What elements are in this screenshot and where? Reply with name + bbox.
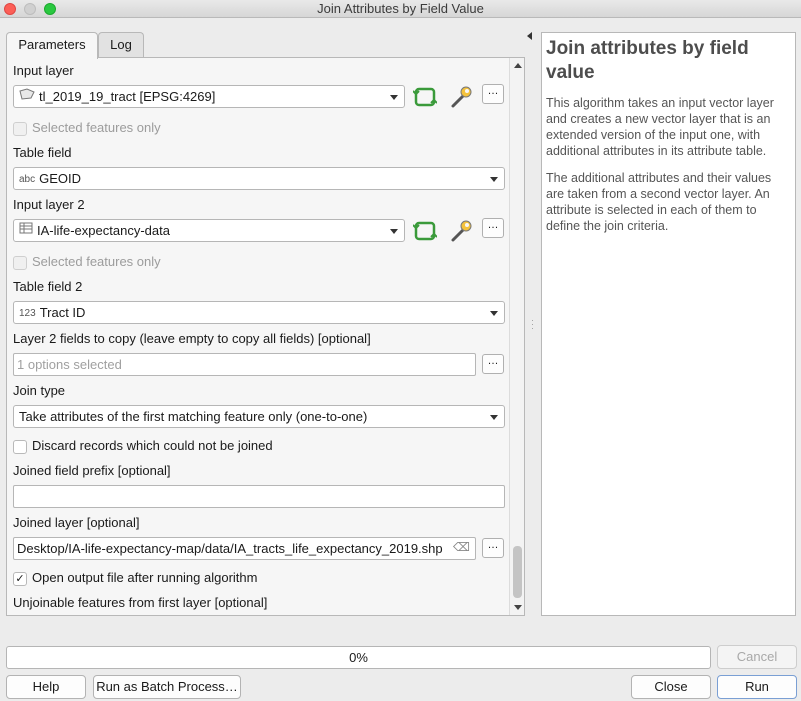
help-panel: Join attributes by field value This algo… (541, 32, 796, 616)
progress-bar: 0% (6, 646, 711, 669)
input-layer-options-button[interactable]: … (482, 84, 504, 104)
help-title: Join attributes by field value (546, 38, 749, 83)
chevron-down-icon (490, 415, 498, 420)
selected-features-label-1: Selected features only (32, 120, 161, 135)
tab-log[interactable]: Log (98, 32, 144, 58)
polygon-layer-icon (19, 87, 35, 108)
collapse-help-icon[interactable] (527, 32, 532, 40)
run-button[interactable]: Run (717, 675, 797, 699)
table-field2-value: Tract ID (39, 305, 86, 320)
input-layer-label: Input layer (13, 63, 74, 78)
open-output-label: Open output file after running algorithm (32, 570, 258, 585)
selected-features-label-2: Selected features only (32, 254, 161, 269)
chevron-down-icon (390, 95, 398, 100)
help-paragraph-2: The additional attributes and their valu… (546, 171, 772, 233)
table-field-label: Table field (13, 145, 72, 160)
clear-icon[interactable]: ⌫ (453, 540, 470, 554)
chevron-down-icon (490, 177, 498, 182)
table-field2-combo[interactable]: 123 Tract ID (13, 301, 505, 324)
chevron-down-icon (490, 311, 498, 316)
unjoinable-label: Unjoinable features from first layer [op… (13, 595, 268, 610)
scroll-up-icon[interactable] (514, 63, 522, 68)
table-field-value: GEOID (39, 171, 82, 186)
progress-text: 0% (349, 650, 368, 665)
help-paragraph-1: This algorithm takes an input vector lay… (546, 96, 774, 158)
join-type-value: Take attributes of the first matching fe… (19, 409, 368, 424)
fields-to-copy-input[interactable]: 1 options selected (13, 353, 476, 376)
input-layer2-combo[interactable]: IA-life-expectancy-data (13, 219, 405, 242)
join-type-label: Join type (13, 383, 66, 398)
tab-parameters[interactable]: Parameters (6, 32, 98, 59)
joined-layer-input[interactable]: Desktop/IA-life-expectancy-map/data/IA_t… (13, 537, 476, 560)
table-field-combo[interactable]: abc GEOID (13, 167, 505, 190)
numeric-field-icon: 123 (19, 308, 36, 320)
selected-features-only-2[interactable]: Selected features only (13, 254, 161, 270)
prefix-input[interactable] (13, 485, 505, 508)
parameters-scrollbar[interactable] (509, 58, 524, 615)
discard-records-checkbox[interactable]: Discard records which could not be joine… (13, 438, 273, 454)
prefix-label: Joined field prefix [optional] (13, 463, 171, 478)
wrench-icon[interactable] (449, 219, 473, 243)
chevron-down-icon (390, 229, 398, 234)
input-layer2-value: IA-life-expectancy-data (37, 223, 170, 238)
checkbox[interactable] (13, 255, 27, 270)
discard-records-label: Discard records which could not be joine… (32, 438, 273, 453)
title-bar: Join Attributes by Field Value (0, 0, 801, 18)
checkbox[interactable] (13, 439, 27, 454)
splitter-handle[interactable]: · · · (531, 316, 534, 333)
scroll-down-icon[interactable] (514, 605, 522, 610)
joined-layer-value: Desktop/IA-life-expectancy-map/data/IA_t… (17, 541, 443, 556)
input-layer2-label: Input layer 2 (13, 197, 85, 212)
text-field-icon: abc (19, 174, 36, 186)
input-layer-value: tl_2019_19_tract [EPSG:4269] (39, 89, 216, 104)
joined-layer-browse-button[interactable]: … (482, 538, 504, 558)
cancel-button[interactable]: Cancel (717, 645, 797, 669)
iterate-icon[interactable] (412, 219, 438, 243)
join-type-combo[interactable]: Take attributes of the first matching fe… (13, 405, 505, 428)
checkbox-checked[interactable]: ✓ (13, 571, 27, 586)
wrench-icon[interactable] (449, 85, 473, 109)
selected-features-only-1[interactable]: Selected features only (13, 120, 161, 136)
help-button[interactable]: Help (6, 675, 86, 699)
joined-layer-label: Joined layer [optional] (13, 515, 140, 530)
input-layer-combo[interactable]: tl_2019_19_tract [EPSG:4269] (13, 85, 405, 108)
scroll-thumb[interactable] (513, 546, 522, 598)
table-field2-label: Table field 2 (13, 279, 83, 294)
window-title: Join Attributes by Field Value (317, 1, 484, 16)
fields-to-copy-button[interactable]: … (482, 354, 504, 374)
input-layer2-options-button[interactable]: … (482, 218, 504, 238)
checkbox[interactable] (13, 121, 27, 136)
table-layer-icon (19, 221, 33, 242)
run-batch-button[interactable]: Run as Batch Process… (93, 675, 241, 699)
open-output-checkbox[interactable]: ✓ Open output file after running algorith… (13, 570, 257, 586)
parameters-panel: Input layer tl_2019_19_tract [EPSG:4269]… (6, 57, 525, 616)
iterate-icon[interactable] (412, 85, 438, 109)
fields-to-copy-label: Layer 2 fields to copy (leave empty to c… (13, 331, 371, 346)
close-button[interactable]: Close (631, 675, 711, 699)
